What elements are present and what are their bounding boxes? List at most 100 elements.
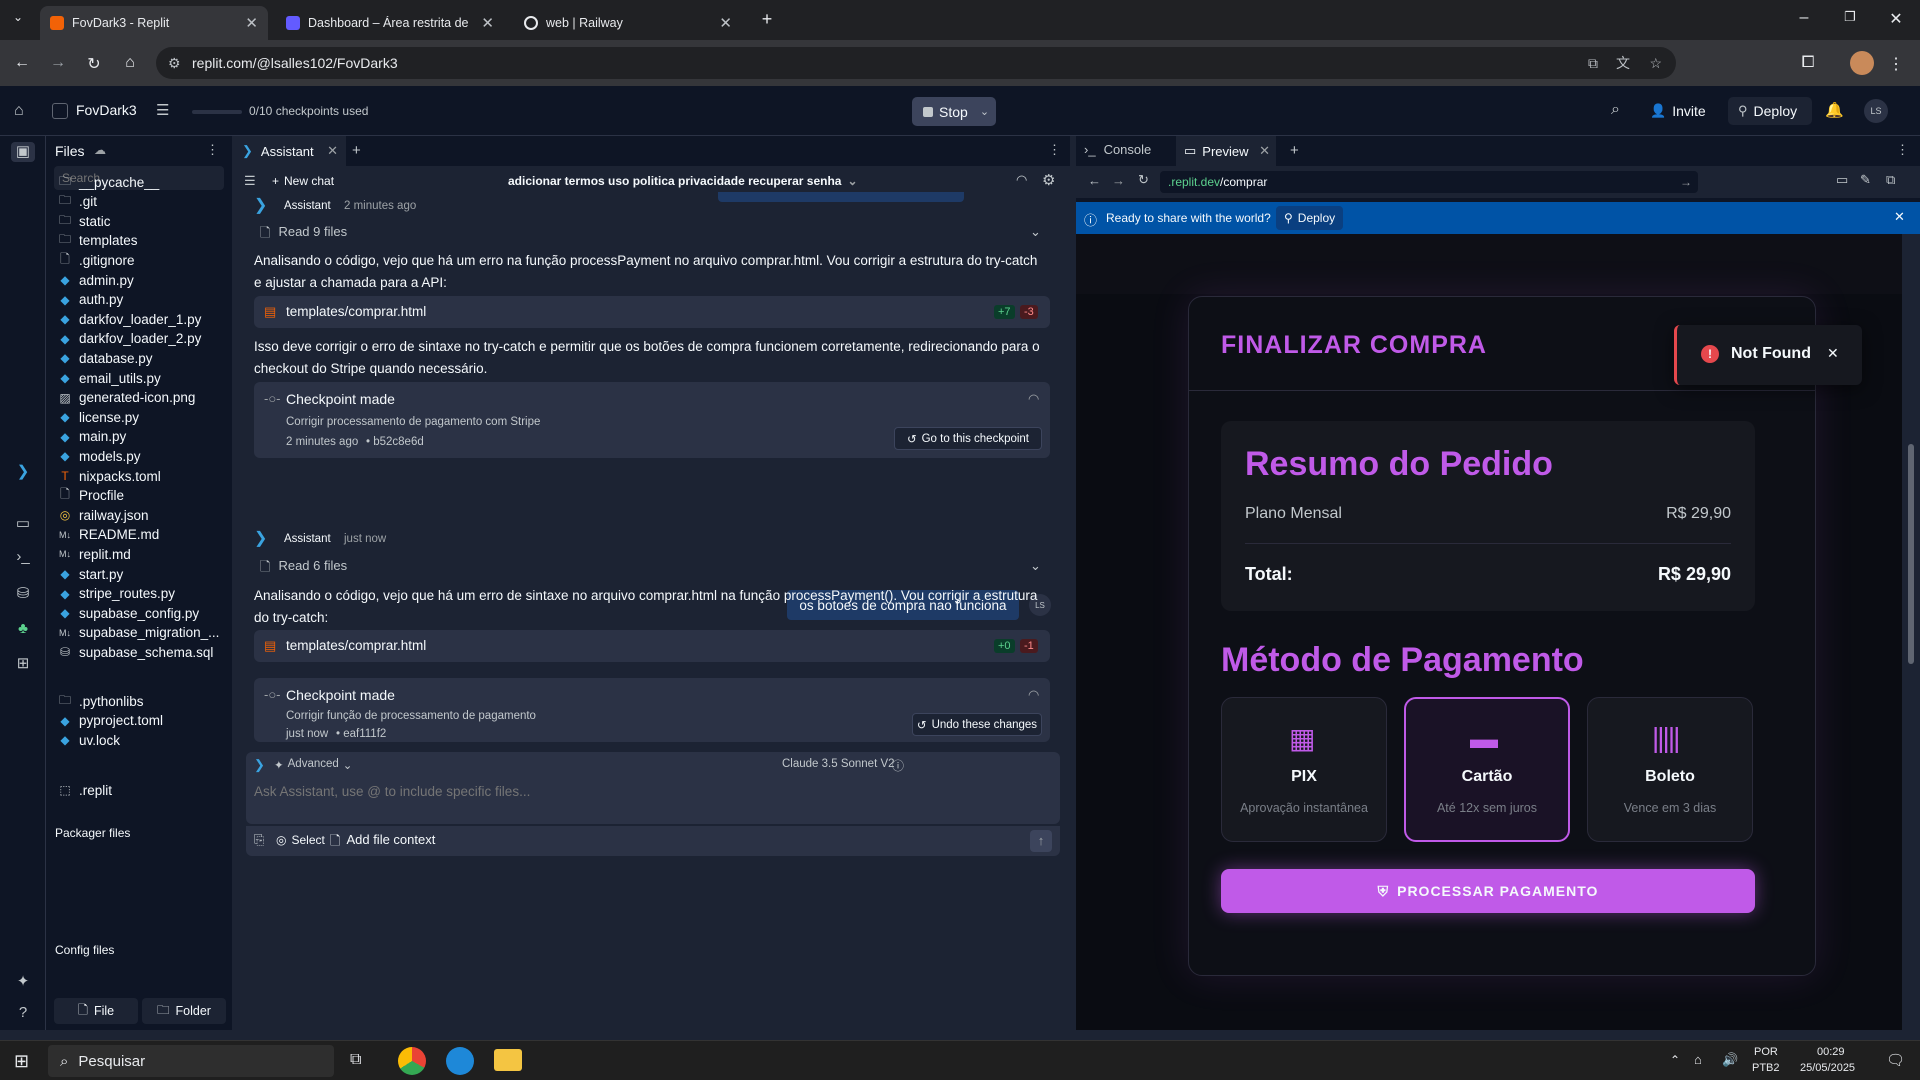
browser-tab-dashboard[interactable]: Dashboard – Área restrita de Fo ✕	[276, 6, 504, 40]
new-chat-button[interactable]: + New chat	[272, 174, 334, 188]
model-selector[interactable]: Claude 3.5 Sonnet V2	[782, 758, 895, 770]
file-tree-item[interactable]: ◆ uv.lock	[58, 729, 120, 751]
banner-deploy-button[interactable]: ⚲ Deploy	[1276, 206, 1344, 230]
info-icon[interactable]: ⓘ	[892, 757, 904, 774]
assistant-tool-icon[interactable]: ❯	[13, 462, 33, 482]
forward-icon[interactable]: →	[1112, 173, 1125, 188]
attach-icon[interactable]: ⎘	[254, 832, 264, 848]
close-toast-icon[interactable]: ✕	[1827, 345, 1839, 362]
minimize-icon[interactable]: –	[1794, 9, 1814, 27]
open-arrow-icon[interactable]: →	[1680, 175, 1692, 189]
new-window-icon[interactable]: ⧉	[1886, 172, 1895, 188]
close-tab-icon[interactable]: ✕	[719, 14, 732, 32]
console-tool-icon[interactable]: ›_	[13, 548, 33, 568]
go-to-checkpoint-button[interactable]: ↺ Go to this checkpoint	[894, 427, 1042, 450]
close-tab-icon[interactable]: ✕	[481, 14, 494, 32]
preview-tool-icon[interactable]: ▭	[13, 514, 33, 534]
keyboard-layout[interactable]: PTB2	[1752, 1062, 1780, 1074]
file-change-card[interactable]: ▤ templates/comprar.html +7 -3	[254, 296, 1050, 328]
assistant-prompt-input[interactable]	[254, 780, 1044, 802]
devices-icon[interactable]: ▭	[1836, 172, 1848, 188]
file-tree-item[interactable]: ⬚ .replit	[58, 779, 112, 801]
read-files-row[interactable]: 🗋 Read 9 files	[260, 224, 347, 246]
search-icon[interactable]: ⌕	[1611, 101, 1620, 119]
task-view-icon[interactable]: ⧉	[350, 1051, 361, 1069]
translate-icon[interactable]: 文	[1616, 53, 1630, 73]
chat-title-dropdown[interactable]: adicionar termos uso politica privacidad…	[508, 174, 858, 188]
chat-history-icon[interactable]: ☰	[244, 173, 256, 189]
forward-icon[interactable]: →	[48, 54, 68, 72]
clock-time[interactable]: 00:29	[1817, 1046, 1845, 1058]
clock-date[interactable]: 25/05/2025	[1800, 1062, 1855, 1074]
payment-option-card[interactable]: ▬ Cartão Até 12x sem juros	[1404, 697, 1570, 842]
process-payment-button[interactable]: ⛨ PROCESSAR PAGAMENTO	[1221, 869, 1755, 913]
add-file-context-button[interactable]: 🗋 Add file context	[330, 832, 435, 854]
activity-icon[interactable]: ◠	[1016, 172, 1027, 188]
help-icon[interactable]: ?	[13, 1004, 33, 1024]
volume-icon[interactable]: 🔊	[1722, 1052, 1738, 1068]
send-arrow-icon[interactable]: ↑	[1030, 830, 1052, 852]
chevron-down-icon[interactable]: ⌄	[980, 105, 989, 118]
database-tool-icon[interactable]: ⛁	[13, 584, 33, 604]
file-change-card[interactable]: ▤ templates/comprar.html +0 -1	[254, 630, 1050, 662]
panel-menu-icon[interactable]: ⋮	[1896, 142, 1909, 158]
back-icon[interactable]: ←	[1088, 173, 1101, 188]
site-info-icon[interactable]: ⚙	[168, 55, 181, 72]
home-icon[interactable]: ⌂	[120, 54, 140, 72]
bell-icon[interactable]: 🔔	[1825, 101, 1844, 119]
deployments-tool-icon[interactable]: ♣	[13, 620, 33, 640]
stop-button[interactable]: Stop ⌄	[912, 97, 996, 126]
reload-icon[interactable]: ↻	[1138, 172, 1149, 188]
all-tools-icon[interactable]: ⊞	[13, 654, 33, 674]
chrome-taskbar-icon[interactable]	[398, 1047, 426, 1075]
new-folder-button[interactable]: 🗀 Folder	[142, 998, 226, 1024]
reload-icon[interactable]: ↻	[84, 54, 104, 74]
read-files-row[interactable]: 🗋 Read 6 files	[260, 558, 347, 580]
address-bar[interactable]: ⚙ replit.com/@lsalles102/FovDark3 ⧉ 文 ☆	[156, 47, 1676, 79]
taskbar-search[interactable]: ⌕ Pesquisar	[48, 1045, 334, 1077]
new-file-button[interactable]: 🗋 File	[54, 998, 138, 1024]
restore-icon[interactable]: ❐	[1840, 9, 1860, 25]
browser-tab-railway[interactable]: web | Railway ✕	[514, 6, 742, 40]
payment-option-boleto[interactable]: ||||| Boleto Vence em 3 dias	[1587, 697, 1753, 842]
expand-chevron-icon[interactable]: ⌄	[1030, 224, 1041, 240]
payment-option-pix[interactable]: ▦ PIX Aprovação instantânea	[1221, 697, 1387, 842]
browser-menu-icon[interactable]: ⋮	[1886, 54, 1906, 74]
close-tab-icon[interactable]: ✕	[327, 143, 338, 159]
add-tab-icon[interactable]: +	[352, 142, 361, 159]
select-button[interactable]: ◎ Select	[276, 833, 325, 847]
language-code[interactable]: POR	[1754, 1046, 1778, 1058]
deploy-button[interactable]: ⚲ Deploy	[1728, 97, 1812, 125]
windows-start-icon[interactable]: ⊞	[14, 1051, 29, 1072]
expand-chevron-icon[interactable]: ⌄	[1030, 558, 1041, 574]
checkpoints-icon[interactable]: ☰	[156, 101, 169, 119]
notification-icon[interactable]: 🗨	[1886, 1051, 1905, 1069]
preview-scrollbar[interactable]	[1902, 234, 1920, 1030]
preview-url-input[interactable]: .replit.dev/comprar →	[1160, 171, 1698, 193]
sparkle-icon[interactable]: ✦	[13, 972, 33, 992]
profile-avatar[interactable]	[1850, 51, 1874, 75]
tab-console[interactable]: ›_ Console	[1084, 142, 1151, 157]
settings-gear-icon[interactable]: ⚙	[1042, 171, 1055, 189]
undo-changes-button[interactable]: ↺ Undo these changes	[912, 713, 1042, 736]
close-tab-icon[interactable]: ✕	[245, 14, 258, 32]
new-tab-icon[interactable]: +	[757, 9, 777, 30]
project-name[interactable]: FovDark3	[76, 102, 137, 118]
file-explorer-taskbar-icon[interactable]	[494, 1049, 522, 1071]
tray-overflow-icon[interactable]: ⌃	[1670, 1053, 1680, 1067]
file-tree-item[interactable]: ⛁ supabase_schema.sql	[58, 641, 213, 663]
scrollbar-thumb[interactable]	[1908, 444, 1914, 664]
close-tab-icon[interactable]: ✕	[1259, 143, 1270, 159]
advanced-dropdown[interactable]: ✦ Advanced ⌄	[274, 758, 352, 772]
add-tab-icon[interactable]: +	[1290, 142, 1299, 159]
back-icon[interactable]: ←	[12, 54, 32, 72]
tab-search-icon[interactable]: ⌄	[8, 10, 28, 24]
home-icon[interactable]: ⌂	[14, 102, 24, 120]
invite-button[interactable]: 👤 Invite	[1650, 98, 1706, 124]
close-banner-icon[interactable]: ✕	[1894, 209, 1905, 225]
bookmark-star-icon[interactable]: ☆	[1649, 55, 1662, 72]
window-close-icon[interactable]: ✕	[1886, 9, 1906, 29]
install-app-icon[interactable]: ⧉	[1588, 55, 1598, 72]
extensions-icon[interactable]: ⧠	[1798, 54, 1818, 72]
devtools-icon[interactable]: ✎	[1860, 172, 1871, 188]
